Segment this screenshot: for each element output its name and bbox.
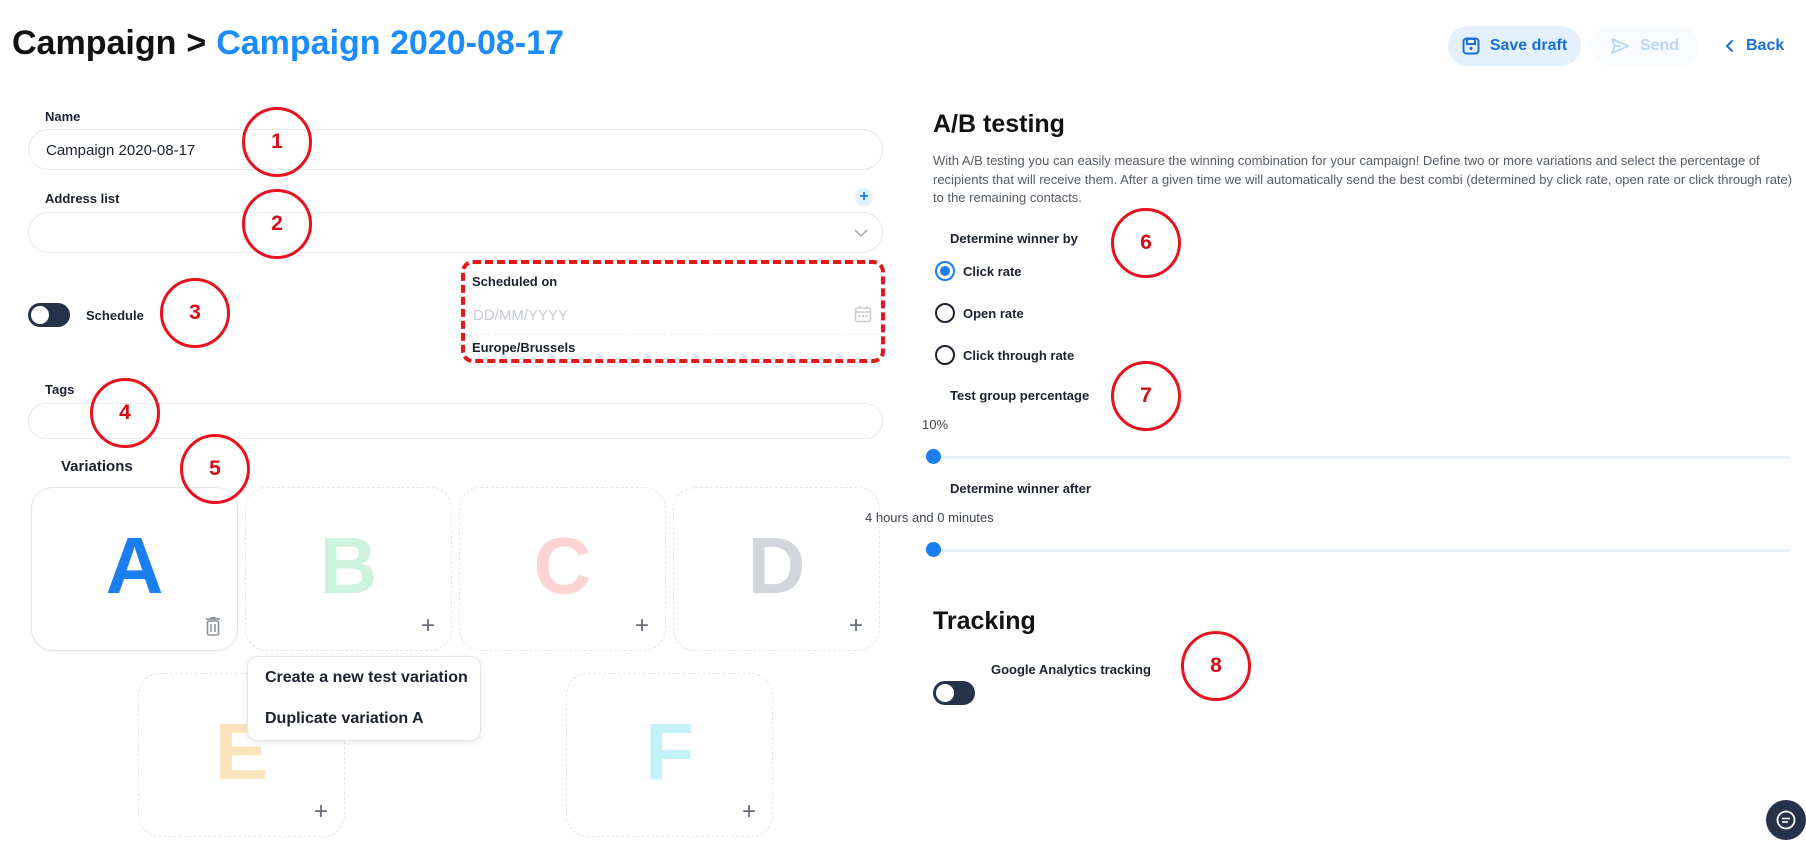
date-placeholder: DD/MM/YYYY xyxy=(473,307,569,324)
ab-testing-description: With A/B testing you can easily measure … xyxy=(933,153,1793,205)
radio-label: Click rate xyxy=(963,264,1022,279)
radio-button[interactable] xyxy=(935,345,955,365)
test-group-slider-track[interactable] xyxy=(933,456,1789,459)
scheduled-on-label: Scheduled on xyxy=(472,274,558,289)
callout-8: 8 xyxy=(1181,631,1251,701)
winner-after-slider-thumb[interactable] xyxy=(926,542,941,557)
calendar-icon[interactable] xyxy=(854,305,872,323)
send-button[interactable]: Send xyxy=(1591,26,1698,66)
page-title: Campaign > Campaign 2020-08-17 xyxy=(12,24,564,63)
save-icon xyxy=(1462,37,1480,55)
trash-icon[interactable] xyxy=(205,616,221,636)
back-label: Back xyxy=(1746,37,1785,54)
radio-open-rate[interactable]: Open rate xyxy=(935,302,1155,324)
breadcrumb-separator: > xyxy=(186,24,207,62)
callout-3: 3 xyxy=(160,278,230,348)
variation-letter: A xyxy=(105,521,164,610)
radio-label: Click through rate xyxy=(963,348,1075,363)
callout-7: 7 xyxy=(1111,361,1181,431)
variation-card-f[interactable]: F + xyxy=(566,673,773,837)
winner-after-value: 4 hours and 0 minutes xyxy=(865,510,994,525)
variation-card-a[interactable]: A xyxy=(31,487,238,651)
test-group-label: Test group percentage xyxy=(950,388,1090,403)
radio-click-through-rate[interactable]: Click through rate xyxy=(935,344,1155,366)
name-value: Campaign 2020-08-17 xyxy=(46,142,196,159)
plus-icon[interactable]: + xyxy=(742,800,756,824)
tracking-title: Tracking xyxy=(933,607,1036,635)
chevron-down-icon xyxy=(854,229,868,238)
breadcrumb-root[interactable]: Campaign xyxy=(12,24,176,62)
ga-tracking-label: Google Analytics tracking xyxy=(991,662,1151,677)
plus-icon[interactable]: + xyxy=(635,614,649,638)
ab-testing-title: A/B testing xyxy=(933,110,1065,138)
radio-button-selected[interactable] xyxy=(935,261,955,281)
variation-letter: C xyxy=(533,521,592,610)
callout-5: 5 xyxy=(180,434,250,504)
test-group-slider-thumb[interactable] xyxy=(926,449,941,464)
winner-by-label: Determine winner by xyxy=(950,231,1078,246)
variation-letter: F xyxy=(645,707,694,796)
menu-item-create-variation[interactable]: Create a new test variation xyxy=(265,669,468,687)
callout-6: 6 xyxy=(1111,208,1181,278)
variation-card-d[interactable]: D + xyxy=(673,487,880,651)
tags-label: Tags xyxy=(45,382,75,397)
callout-2: 2 xyxy=(242,189,312,259)
callout-4: 4 xyxy=(90,378,160,448)
add-address-list-icon[interactable]: + xyxy=(855,188,873,206)
radio-button[interactable] xyxy=(935,303,955,323)
chat-icon xyxy=(1776,810,1796,830)
address-list-label: Address list xyxy=(45,191,120,206)
variation-letter: B xyxy=(319,521,378,610)
variation-card-b[interactable]: B + xyxy=(245,487,452,651)
chevron-left-icon xyxy=(1725,40,1733,52)
breadcrumb-current: Campaign 2020-08-17 xyxy=(216,24,564,62)
variation-letter: D xyxy=(747,521,806,610)
radio-label: Open rate xyxy=(963,306,1024,321)
schedule-toggle[interactable] xyxy=(28,303,70,327)
menu-item-duplicate-variation[interactable]: Duplicate variation A xyxy=(265,710,424,728)
ga-tracking-toggle[interactable] xyxy=(933,681,975,705)
save-draft-button[interactable]: Save draft xyxy=(1448,26,1581,66)
send-icon xyxy=(1611,38,1629,54)
plus-icon[interactable]: + xyxy=(314,800,328,824)
plus-icon[interactable]: + xyxy=(849,614,863,638)
variation-menu: Create a new test variation Duplicate va… xyxy=(247,656,481,741)
winner-after-slider-track[interactable] xyxy=(933,549,1789,552)
scheduled-on-date-input[interactable]: DD/MM/YYYY xyxy=(468,294,878,335)
save-draft-label: Save draft xyxy=(1489,37,1568,54)
variation-card-c[interactable]: C + xyxy=(459,487,666,651)
chat-button[interactable] xyxy=(1766,800,1806,840)
plus-icon[interactable]: + xyxy=(421,614,435,638)
callout-1: 1 xyxy=(242,107,312,177)
timezone-label: Europe/Brussels xyxy=(472,340,576,355)
name-field[interactable]: Campaign 2020-08-17 xyxy=(28,129,883,170)
address-list-select[interactable] xyxy=(28,212,883,253)
test-group-value: 10% xyxy=(922,417,949,432)
winner-after-label: Determine winner after xyxy=(950,481,1091,496)
schedule-label: Schedule xyxy=(86,308,144,323)
back-button[interactable]: Back xyxy=(1724,26,1784,66)
variations-label: Variations xyxy=(61,458,133,475)
name-label: Name xyxy=(45,109,81,124)
send-label: Send xyxy=(1639,37,1680,54)
